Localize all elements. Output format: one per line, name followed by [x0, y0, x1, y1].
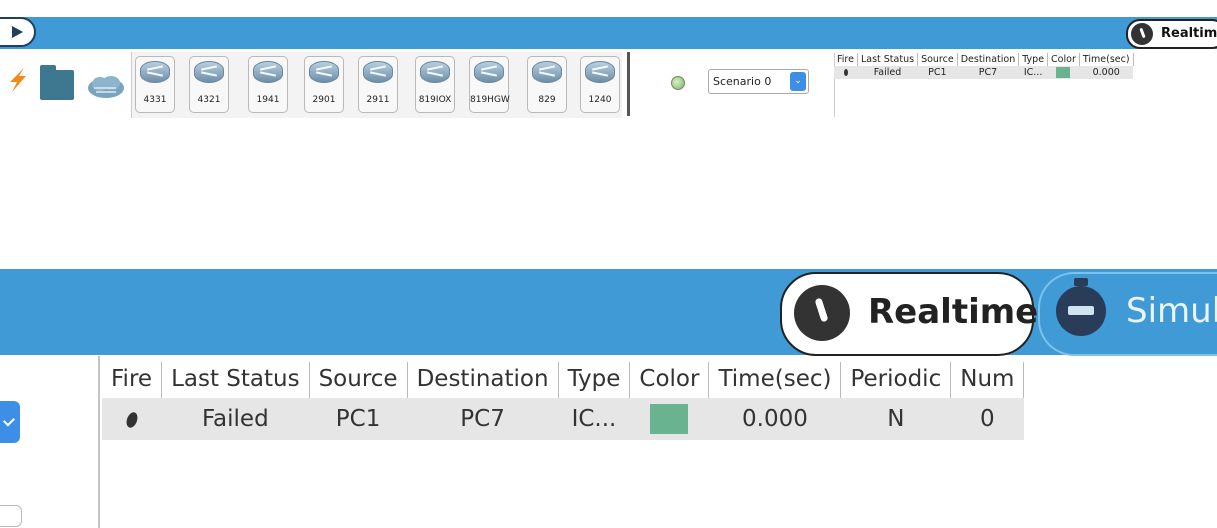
device-label: 829	[538, 95, 556, 105]
pdu-table: Fire Last Status Source Destination Type…	[102, 362, 1025, 440]
clock-icon	[794, 285, 850, 341]
panel-divider-zoomed	[98, 356, 100, 528]
col-header[interactable]: Destination	[957, 53, 1020, 66]
col-header[interactable]: Source	[917, 53, 958, 66]
scenario-info-icon[interactable]	[671, 76, 685, 90]
color-cell	[629, 398, 709, 440]
table-header-row: Fire Last Status Source Destination Type…	[834, 53, 1134, 66]
device-829[interactable]: 829	[527, 56, 567, 113]
periodic-cell: N	[840, 398, 951, 440]
device-label: 4331	[143, 95, 167, 105]
router-icon	[253, 61, 283, 83]
realtime-label: Realtime	[868, 292, 1039, 332]
device-label: 1240	[588, 95, 612, 105]
status-cell: Failed	[857, 66, 918, 79]
device-1240[interactable]: 1240	[580, 56, 620, 113]
clock-icon	[1131, 23, 1153, 45]
device-819hgw[interactable]: 819HGW	[469, 56, 510, 113]
device-label: 1941	[256, 95, 280, 105]
device-819iox[interactable]: 819IOX	[415, 56, 455, 113]
table-row[interactable]: Failed PC1 PC7 IC... 0.000	[834, 66, 1134, 79]
fire-cell[interactable]	[102, 398, 162, 440]
router-icon	[309, 61, 339, 83]
play-icon	[12, 26, 23, 38]
side-checkbox[interactable]	[0, 505, 22, 527]
top-toolbar	[0, 17, 1217, 49]
device-2901[interactable]: 2901	[304, 56, 344, 113]
table-row[interactable]: Failed PC1 PC7 IC... 0.000 N 0	[102, 398, 1024, 440]
color-swatch	[650, 404, 689, 434]
panel-divider[interactable]	[627, 52, 630, 116]
scenario-value: Scenario 0	[713, 75, 772, 88]
time-cell: 0.000	[708, 398, 841, 440]
col-header-source[interactable]: Source	[309, 362, 408, 398]
fire-icon	[124, 410, 140, 429]
device-4321[interactable]: 4321	[189, 56, 229, 113]
type-cell: IC...	[1018, 66, 1048, 79]
col-header[interactable]: Time(sec)	[1079, 53, 1134, 66]
col-header[interactable]: Type	[1018, 53, 1049, 66]
col-header[interactable]: Last Status	[857, 53, 919, 66]
realtime-label-small: Realtim	[1161, 26, 1217, 41]
device-2911[interactable]: 2911	[358, 56, 398, 113]
device-label: 819HGW	[470, 95, 510, 105]
router-icon	[474, 61, 504, 83]
num-cell: 0	[950, 398, 1024, 440]
color-cell	[1047, 66, 1080, 79]
col-header-periodic[interactable]: Periodic	[840, 362, 952, 398]
source-cell: PC1	[309, 398, 408, 440]
chevron-down-icon[interactable]: ⌄	[790, 72, 806, 91]
device-1941[interactable]: 1941	[248, 56, 288, 113]
device-label: 2901	[312, 95, 336, 105]
col-header-num[interactable]: Num	[950, 362, 1025, 398]
col-header[interactable]: Fire	[834, 53, 858, 66]
color-swatch	[1056, 67, 1071, 78]
checkmark-icon[interactable]	[0, 401, 20, 443]
stopwatch-icon	[1056, 278, 1106, 336]
fire-cell[interactable]	[834, 66, 858, 79]
simulation-label: Simul	[1126, 291, 1217, 331]
router-icon	[194, 61, 224, 83]
scenario-select[interactable]: Scenario 0 ⌄	[708, 69, 809, 94]
destination-cell: PC7	[407, 398, 559, 440]
table-header-row: Fire Last Status Source Destination Type…	[102, 362, 1025, 398]
cloud-icon[interactable]	[86, 74, 126, 100]
device-label: 2911	[366, 95, 390, 105]
col-header-destination[interactable]: Destination	[407, 362, 559, 398]
col-header-fire[interactable]: Fire	[102, 362, 163, 398]
realtime-mode-button-small[interactable]: Realtim	[1126, 19, 1217, 49]
play-button[interactable]	[0, 17, 36, 47]
type-cell: IC...	[558, 398, 630, 440]
col-header-type[interactable]: Type	[558, 362, 631, 398]
router-icon	[585, 61, 615, 83]
pdu-table-small: Fire Last Status Source Destination Type…	[834, 53, 1134, 79]
fire-icon	[843, 69, 848, 76]
col-header-last-status[interactable]: Last Status	[161, 362, 310, 398]
router-icon	[532, 61, 562, 83]
simulation-mode-button[interactable]: Simul	[1038, 272, 1217, 356]
time-cell: 0.000	[1079, 66, 1134, 79]
device-4331[interactable]: 4331	[135, 56, 175, 113]
col-header-color[interactable]: Color	[629, 362, 710, 398]
col-header-time[interactable]: Time(sec)	[708, 362, 842, 398]
status-cell: Failed	[161, 398, 310, 440]
destination-cell: PC7	[957, 66, 1019, 79]
folder-icon[interactable]	[40, 65, 74, 100]
device-label: 4321	[197, 95, 221, 105]
device-label: 819IOX	[418, 95, 452, 105]
router-icon	[140, 61, 170, 83]
col-header[interactable]: Color	[1047, 53, 1080, 66]
realtime-mode-button[interactable]: Realtime	[780, 272, 1038, 356]
router-icon	[363, 61, 393, 83]
source-cell: PC1	[917, 66, 958, 79]
router-icon	[420, 61, 450, 83]
lightning-icon[interactable]	[6, 66, 28, 94]
